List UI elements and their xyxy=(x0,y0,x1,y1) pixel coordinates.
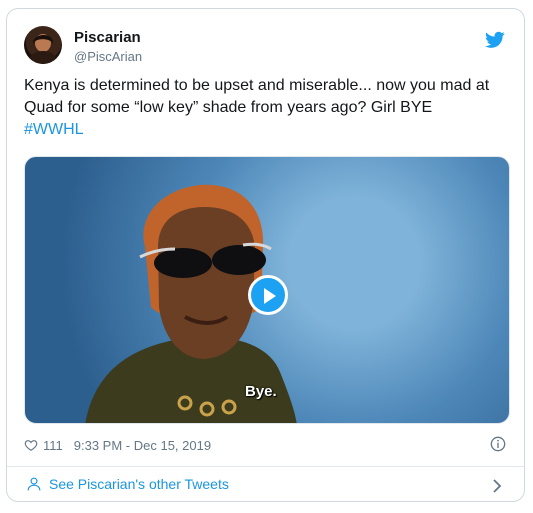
tweet-text: Kenya is determined to be upset and mise… xyxy=(24,75,510,141)
like-count[interactable]: 111 xyxy=(43,438,63,453)
video-player[interactable]: Bye. xyxy=(24,156,510,424)
timestamp[interactable]: 9:33 PM - Dec 15, 2019 xyxy=(74,438,211,453)
video-caption: Bye. xyxy=(245,383,277,400)
tweet-body: Kenya is determined to be upset and mise… xyxy=(24,77,490,116)
play-button[interactable] xyxy=(248,275,288,315)
info-icon[interactable] xyxy=(490,436,506,452)
divider xyxy=(7,466,524,467)
heart-icon[interactable] xyxy=(24,438,38,452)
author-name[interactable]: Piscarian xyxy=(74,29,141,46)
avatar-image xyxy=(28,34,58,64)
tweet-meta: 111 9:33 PM - Dec 15, 2019 xyxy=(24,436,211,454)
twitter-bird-icon[interactable] xyxy=(485,31,505,49)
hashtag-link[interactable]: #WWHL xyxy=(24,119,510,141)
avatar[interactable] xyxy=(24,26,62,64)
see-other-tweets-label[interactable]: See Piscarian's other Tweets xyxy=(49,476,229,492)
tweet-card: Piscarian @PiscArian Kenya is determined… xyxy=(6,8,525,502)
author-handle[interactable]: @PiscArian xyxy=(74,49,142,64)
person-icon xyxy=(27,477,41,491)
see-other-tweets-link[interactable]: See Piscarian's other Tweets xyxy=(27,476,229,492)
chevron-right-icon[interactable] xyxy=(492,479,502,493)
